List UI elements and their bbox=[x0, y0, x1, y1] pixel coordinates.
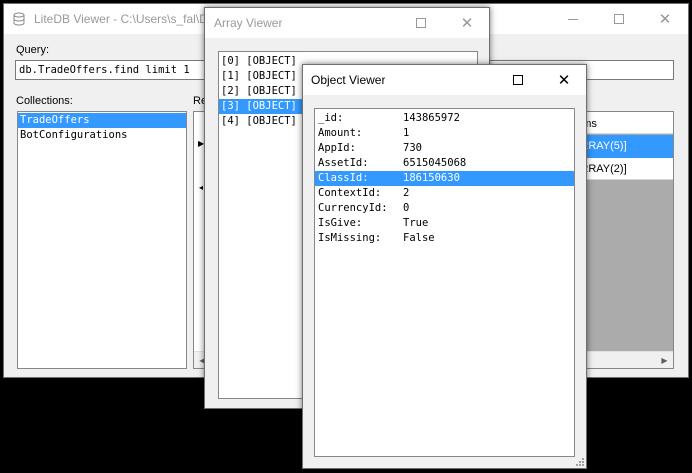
close-button[interactable]: ✕ bbox=[642, 4, 688, 34]
database-icon bbox=[13, 12, 25, 26]
field-value: 2 bbox=[403, 187, 410, 199]
array-maximize-button[interactable] bbox=[398, 8, 444, 38]
field-value: 186150630 bbox=[403, 172, 460, 184]
array-titlebar[interactable]: Array Viewer ✕ bbox=[205, 8, 489, 38]
field-row-appid[interactable]: AppId: 730 bbox=[315, 141, 574, 156]
field-value: 6515045068 bbox=[403, 157, 467, 169]
field-key: AppId: bbox=[318, 142, 356, 154]
object-fields-list[interactable]: _id: 143865972 Amount: 1 AppId: 730 AssetId… bbox=[314, 108, 575, 457]
minimize-icon bbox=[568, 18, 578, 20]
scroll-right-arrow[interactable]: ▶ bbox=[656, 352, 673, 368]
row-marker-2: ◂ bbox=[199, 183, 204, 192]
collections-label: Collections: bbox=[16, 95, 73, 107]
field-value: True bbox=[403, 217, 429, 229]
array-close-button[interactable]: ✕ bbox=[444, 8, 489, 38]
maximize-icon bbox=[614, 14, 624, 24]
maximize-button[interactable] bbox=[596, 4, 642, 34]
field-value: False bbox=[403, 232, 435, 244]
maximize-icon bbox=[513, 75, 523, 85]
query-text: db.TradeOffers.find limit 1 bbox=[19, 64, 190, 76]
collections-list[interactable]: TradeOffers BotConfigurations bbox=[17, 111, 187, 369]
field-key: CurrencyId: bbox=[318, 202, 388, 214]
field-row-currencyid[interactable]: CurrencyId: 0 bbox=[315, 201, 574, 216]
field-key: _id: bbox=[318, 112, 344, 124]
close-icon: ✕ bbox=[557, 71, 571, 89]
object-viewer-window: Object Viewer ✕ _id: 143865972 Amount: 1 A… bbox=[302, 64, 587, 469]
field-row-contextid[interactable]: ContextId: 2 bbox=[315, 186, 574, 201]
field-key: AssetId: bbox=[318, 157, 369, 169]
field-row-classid[interactable]: ClassId: 186150630 bbox=[315, 171, 574, 186]
object-titlebar[interactable]: Object Viewer ✕ bbox=[303, 65, 586, 95]
field-row-assetid[interactable]: AssetId: 6515045068 bbox=[315, 156, 574, 171]
field-row-id[interactable]: _id: 143865972 bbox=[315, 111, 574, 126]
field-key: IsGive: bbox=[318, 217, 363, 229]
main-title: LiteDB Viewer - C:\Users\s_fal\De bbox=[34, 12, 204, 26]
field-key: ClassId: bbox=[318, 172, 369, 184]
close-icon: ✕ bbox=[460, 14, 474, 32]
collection-item-botconfigurations[interactable]: BotConfigurations bbox=[18, 128, 186, 143]
query-label: Query: bbox=[16, 44, 50, 56]
field-row-amount[interactable]: Amount: 1 bbox=[315, 126, 574, 141]
object-title: Object Viewer bbox=[311, 73, 386, 87]
collection-item-tradeoffers[interactable]: TradeOffers bbox=[18, 113, 186, 128]
maximize-icon bbox=[416, 18, 426, 28]
field-key: IsMissing: bbox=[318, 232, 382, 244]
field-value: 1 bbox=[403, 127, 410, 139]
close-icon: ✕ bbox=[658, 10, 672, 28]
field-value: 143865972 bbox=[403, 112, 460, 124]
field-value: 0 bbox=[403, 202, 410, 214]
resize-grip-icon[interactable] bbox=[574, 456, 584, 466]
minimize-button[interactable] bbox=[550, 4, 596, 34]
field-row-isgive[interactable]: IsGive: True bbox=[315, 216, 574, 231]
field-row-ismissing[interactable]: IsMissing: False bbox=[315, 231, 574, 246]
array-title: Array Viewer bbox=[214, 16, 283, 30]
object-maximize-button[interactable] bbox=[495, 65, 541, 95]
field-key: ContextId: bbox=[318, 187, 382, 199]
field-value: 730 bbox=[403, 142, 422, 154]
object-close-button[interactable]: ✕ bbox=[541, 65, 586, 95]
field-key: Amount: bbox=[318, 127, 363, 139]
